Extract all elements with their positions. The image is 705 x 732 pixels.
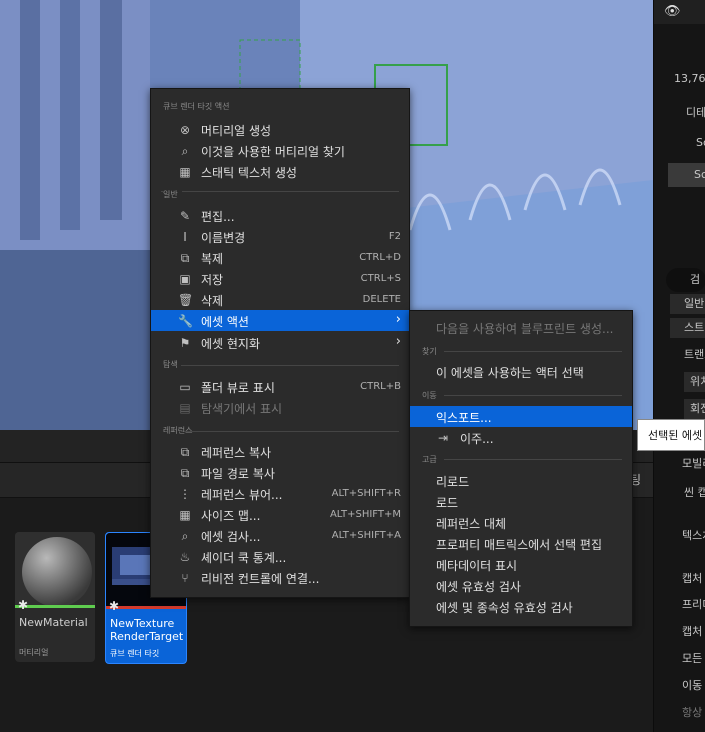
menu-copy-reference[interactable]: ⧉ 레퍼런스 복사 bbox=[151, 441, 409, 462]
separator bbox=[444, 351, 622, 352]
section-header: 큐브 렌더 타깃 액션 bbox=[163, 102, 230, 111]
revision-control-icon: ⑂ bbox=[181, 571, 189, 585]
transform-mobility: 모빌리 bbox=[682, 457, 705, 470]
section-scene-capture[interactable]: 씬 캡 bbox=[666, 484, 705, 500]
unsaved-star-icon: ✱ bbox=[18, 598, 29, 612]
section-header: 탐색 bbox=[163, 360, 178, 369]
wrench-icon: 🔧 bbox=[178, 314, 193, 328]
menu-show-in-folder-view[interactable]: ▭ 폴더 뷰로 표시 CTRL+B bbox=[151, 376, 409, 397]
prop-primitive: 프리미 bbox=[682, 598, 705, 611]
menu-select-actors-using-asset[interactable]: 이 에셋을 사용하는 액터 선택 bbox=[410, 361, 632, 382]
explorer-icon: ▤ bbox=[179, 401, 191, 415]
menu-property-matrix-edit[interactable]: 프로퍼티 매트릭스에서 선택 편집 bbox=[410, 533, 632, 554]
search-input[interactable]: 검 bbox=[666, 268, 705, 292]
panel-header: 👁 bbox=[654, 0, 705, 24]
separator bbox=[181, 365, 399, 366]
chevron-right-icon: › bbox=[395, 312, 401, 327]
asset-type: 머티리얼 bbox=[19, 648, 49, 657]
menu-create-static-texture[interactable]: ▦ 스태틱 텍스처 생성 bbox=[151, 161, 409, 182]
menu-show-in-explorer: ▤ 탐색기에서 표시 bbox=[179, 401, 283, 416]
rename-icon: Ⅰ bbox=[183, 230, 187, 244]
edit-icon: ✎ bbox=[179, 209, 191, 223]
menu-rename[interactable]: Ⅰ 이름변경 F2 bbox=[151, 226, 409, 247]
section-header: 찾기 bbox=[422, 347, 437, 356]
separator bbox=[444, 395, 622, 396]
copy-reference-icon: ⧉ bbox=[180, 445, 190, 459]
save-icon: ▣ bbox=[179, 272, 191, 286]
menu-asset-localization[interactable]: ⚑ 에셋 현지화 › bbox=[151, 332, 409, 353]
details-tab[interactable]: 디테 bbox=[686, 104, 705, 120]
filter-streaming[interactable]: 스트 bbox=[670, 318, 705, 338]
menu-size-map[interactable]: ▦ 사이즈 맵... ALT+SHIFT+M bbox=[151, 504, 409, 525]
transform-rotation[interactable]: 회전 bbox=[684, 399, 705, 419]
menu-save[interactable]: ▣ 저장 CTRL+S bbox=[151, 268, 409, 289]
component-item-selected[interactable]: Sc bbox=[668, 163, 705, 187]
menu-duplicate[interactable]: ⧉ 복제 CTRL+D bbox=[151, 247, 409, 268]
audit-icon: ⌕ bbox=[181, 529, 189, 543]
prop-texture: 텍스처 bbox=[682, 529, 705, 542]
static-texture-icon: ▦ bbox=[179, 165, 191, 179]
menu-show-metadata[interactable]: 메타데이터 표시 bbox=[410, 554, 632, 575]
migrate-icon: ⇥ bbox=[437, 431, 449, 445]
section-header: 이동 bbox=[422, 391, 437, 400]
prop-all: 모든 bbox=[682, 652, 703, 665]
material-thumbnail bbox=[15, 532, 95, 608]
menu-create-material[interactable]: ⊗ 머티리얼 생성 bbox=[151, 119, 409, 140]
menu-shader-cook-stats[interactable]: ♨ 셰이더 쿡 통계... bbox=[151, 546, 409, 567]
menu-copy-file-path[interactable]: ⧉ 파일 경로 복사 bbox=[151, 462, 409, 483]
flag-icon: ⚑ bbox=[179, 336, 191, 350]
folder-view-icon: ▭ bbox=[179, 380, 191, 394]
menu-validate-assets-dependencies[interactable]: 에셋 및 종속성 유효성 검사 bbox=[410, 596, 632, 617]
separator bbox=[181, 431, 399, 432]
prop-move: 이동 bbox=[682, 679, 703, 692]
export-tooltip: 선택된 에셋 bbox=[637, 419, 705, 451]
menu-asset-actions[interactable]: 🔧 에셋 액션 › bbox=[151, 310, 409, 331]
menu-connect-revision-control[interactable]: ⑂ 리비전 컨트롤에 연결... bbox=[151, 567, 409, 588]
reference-viewer-icon: ⋮ bbox=[179, 487, 191, 501]
separator bbox=[161, 191, 399, 192]
menu-validate-assets[interactable]: 에셋 유효성 검사 bbox=[410, 575, 632, 596]
asset-actions-submenu: 다음을 사용하여 블루프린트 생성... 찾기 이 에셋을 사용하는 액터 선택… bbox=[409, 310, 633, 627]
unsaved-star-icon: ✱ bbox=[109, 599, 120, 613]
duplicate-icon: ⧉ bbox=[180, 251, 190, 265]
copy-path-icon: ⧉ bbox=[180, 466, 190, 480]
menu-load[interactable]: 로드 bbox=[410, 491, 632, 512]
transform-location[interactable]: 위치 bbox=[684, 372, 705, 392]
asset-name: NewMaterial bbox=[19, 616, 88, 629]
menu-find-materials[interactable]: ⌕ 이것을 사용한 머티리얼 찾기 bbox=[151, 140, 409, 161]
actor-count: 13,764 bbox=[674, 72, 705, 85]
material-icon: ⊗ bbox=[179, 123, 191, 137]
component-item[interactable]: Sc bbox=[696, 136, 705, 149]
menu-replace-references[interactable]: 레퍼런스 대체 bbox=[410, 512, 632, 533]
asset-name: NewTexture RenderTarget bbox=[110, 617, 184, 643]
menu-reference-viewer[interactable]: ⋮ 레퍼런스 뷰어... ALT+SHIFT+R bbox=[151, 483, 409, 504]
section-transform[interactable]: 트랜스 bbox=[666, 346, 705, 362]
menu-audit-assets[interactable]: ⌕ 에셋 검사... ALT+SHIFT+A bbox=[151, 525, 409, 546]
menu-migrate[interactable]: ⇥ 이주... bbox=[410, 427, 632, 448]
size-map-icon: ▦ bbox=[179, 508, 191, 522]
asset-tile-material[interactable]: ✱ NewMaterial 머티리얼 bbox=[15, 532, 95, 662]
prop-capture: 캡처 bbox=[682, 572, 703, 585]
menu-reload[interactable]: 리로드 bbox=[410, 470, 632, 491]
details-panel: 👁 13,764 디테 Sc Sc 검 일반 스트 트랜스 위치 회전 모빌리 … bbox=[653, 0, 705, 732]
section-header: 레퍼런스 bbox=[163, 426, 193, 435]
menu-export[interactable]: 익스포트... bbox=[410, 406, 632, 427]
menu-delete[interactable]: 🗑 삭제 DELETE bbox=[151, 289, 409, 310]
menu-create-blueprint-using: 다음을 사용하여 블루프린트 생성... bbox=[436, 322, 614, 336]
prop-capture-2: 캡처 bbox=[682, 625, 703, 638]
shader-cook-icon: ♨ bbox=[179, 550, 191, 564]
separator bbox=[444, 459, 622, 460]
chevron-right-icon: › bbox=[395, 334, 401, 349]
section-header: 일반 bbox=[163, 189, 182, 200]
prop-always: 항상 bbox=[682, 706, 703, 719]
asset-context-menu: 큐브 렌더 타깃 액션 ⊗ 머티리얼 생성 ⌕ 이것을 사용한 머티리얼 찾기 ▦ 스… bbox=[150, 88, 410, 598]
delete-icon: 🗑 bbox=[178, 293, 194, 307]
section-header: 고급 bbox=[422, 455, 437, 464]
menu-edit[interactable]: ✎ 편집... bbox=[151, 205, 409, 226]
search-icon: ⌕ bbox=[181, 144, 189, 158]
eye-icon[interactable]: 👁 bbox=[664, 4, 681, 19]
asset-type: 큐브 렌더 타깃 bbox=[110, 649, 160, 658]
filter-general[interactable]: 일반 bbox=[670, 294, 705, 314]
